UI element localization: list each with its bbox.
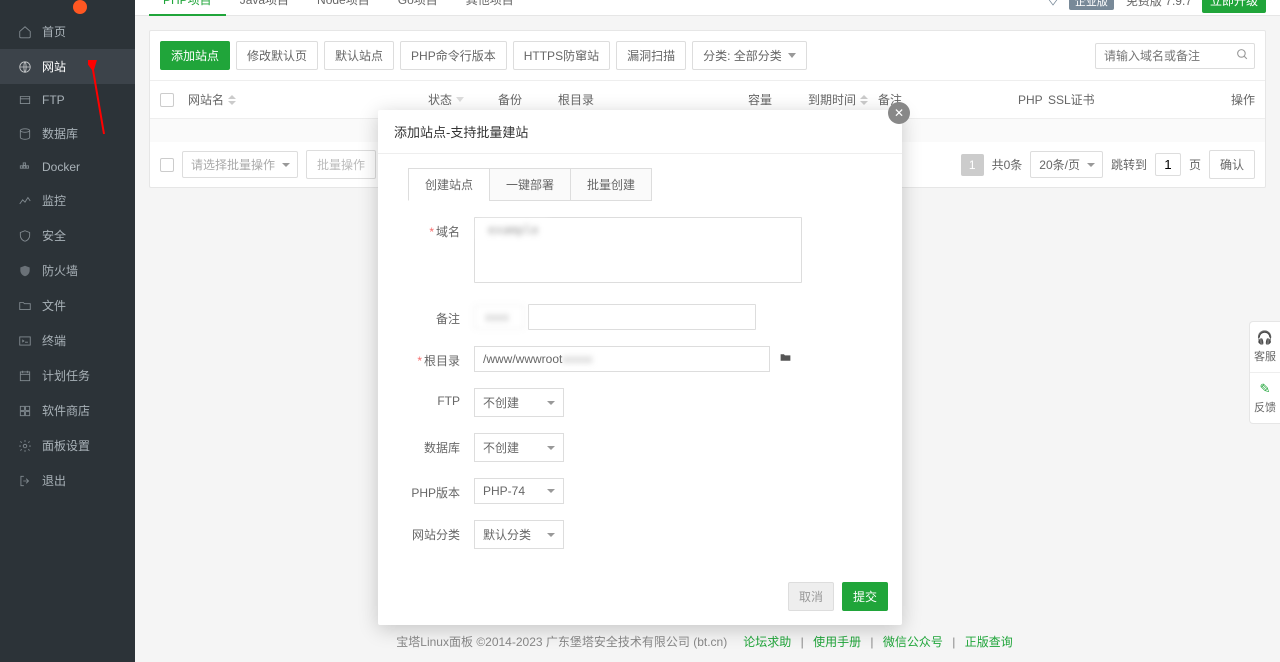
modal-tab-batch[interactable]: 批量创建 [570, 168, 652, 201]
modal-tab-create[interactable]: 创建站点 [408, 168, 490, 201]
root-label: *根目录 [408, 346, 474, 372]
cancel-button[interactable]: 取消 [788, 582, 834, 611]
modal-close-button[interactable]: ✕ [888, 102, 910, 124]
modal-title: 添加站点-支持批量建站 [378, 110, 902, 154]
root-value: /www/wwwroot [483, 352, 562, 366]
remark-masked: xxxx [474, 305, 524, 329]
db-label: 数据库 [408, 433, 474, 462]
ftp-select[interactable]: 不创建 [474, 388, 564, 417]
php-select[interactable]: PHP-74 [474, 478, 564, 504]
add-site-modal: ✕ 添加站点-支持批量建站 创建站点 一键部署 批量创建 *域名 example… [378, 110, 902, 625]
category-label: 网站分类 [408, 520, 474, 549]
ftp-label: FTP [408, 388, 474, 417]
modal-footer: 取消 提交 [378, 571, 902, 625]
modal-mask: ✕ 添加站点-支持批量建站 创建站点 一键部署 批量创建 *域名 example… [0, 0, 1280, 662]
remark-input[interactable] [528, 304, 756, 330]
root-masked: xxxxx [562, 352, 592, 366]
modal-tabs: 创建站点 一键部署 批量创建 [378, 154, 902, 201]
db-select[interactable]: 不创建 [474, 433, 564, 462]
category-select-modal[interactable]: 默认分类 [474, 520, 564, 549]
browse-folder-button[interactable] [778, 351, 793, 367]
remark-label: 备注 [408, 304, 474, 330]
php-label: PHP版本 [408, 478, 474, 504]
submit-button[interactable]: 提交 [842, 582, 888, 611]
domain-input[interactable] [474, 217, 802, 283]
domain-label: *域名 [408, 217, 474, 288]
modal-body: *域名 example 备注 xxxx *根目录 /www/www [378, 201, 902, 571]
modal-tab-deploy[interactable]: 一键部署 [489, 168, 571, 201]
